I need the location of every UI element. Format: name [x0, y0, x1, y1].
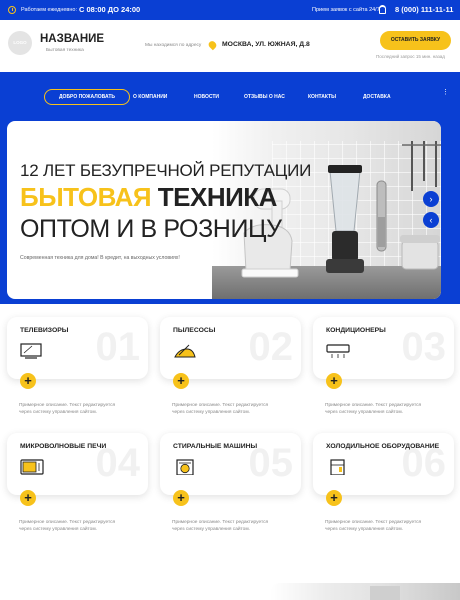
- card-description: Примерное описание. Текст редактируется ч…: [172, 520, 269, 532]
- hours-label: Работаем ежедневно:: [21, 7, 77, 13]
- air-conditioner-icon: [326, 344, 350, 358]
- tv-icon: [20, 343, 42, 359]
- card-number: 03: [401, 325, 447, 369]
- nav-item-contacts[interactable]: КОНТАКТЫ: [308, 89, 336, 105]
- card-title: СТИРАЛЬНЫЕ МАШИНЫ: [173, 443, 258, 450]
- hero-tagline: 12 ЛЕТ БЕЗУПРЕЧНОЙ РЕПУТАЦИИ: [20, 161, 312, 180]
- category-card-microwave[interactable]: 04 МИКРОВОЛНОВЫЕ ПЕЧИ: [7, 433, 148, 495]
- fridge-icon: [330, 459, 345, 475]
- card-title: МИКРОВОЛНОВЫЕ ПЕЧИ: [20, 443, 107, 450]
- last-request-label: Последний запрос 15 мин. назад: [376, 54, 445, 59]
- nav-item-reviews[interactable]: ОТЗЫВЫ О НАС: [244, 89, 285, 105]
- accept-label: Прием заявок с сайта 24/7: [312, 7, 380, 13]
- logo[interactable]: LOGO: [8, 31, 32, 55]
- working-hours: С 08:00 ДО 24:00: [79, 5, 141, 14]
- card-description: Примерное описание. Текст редактируется ч…: [19, 520, 116, 532]
- category-card-air-conditioner[interactable]: 03 КОНДИЦИОНЕРЫ: [313, 317, 454, 379]
- hero-banner: 12 ЛЕТ БЕЗУПРЕЧНОЙ РЕПУТАЦИИ БЫТОВАЯ ТЕХ…: [7, 121, 441, 299]
- clock-icon: [8, 6, 16, 14]
- card-title: ХОЛОДИЛЬНОЕ ОБОРУДОВАНИЕ: [326, 443, 440, 450]
- card-title: ТЕЛЕВИЗОРЫ: [20, 327, 69, 334]
- card-description: Примерное описание. Текст редактируется ч…: [19, 403, 116, 415]
- category-card-tv[interactable]: 01 ТЕЛЕВИЗОРЫ: [7, 317, 148, 379]
- order-button[interactable]: ОСТАВИТЬ ЗАЯВКУ: [380, 31, 451, 50]
- brand-name: НАЗВАНИЕ: [40, 33, 105, 45]
- section-photo: [270, 583, 460, 600]
- expand-tv-button[interactable]: +: [20, 373, 36, 389]
- card-title: КОНДИЦИОНЕРЫ: [326, 327, 386, 334]
- category-card-vacuum[interactable]: 02 ПЫЛЕСОСЫ: [160, 317, 301, 379]
- category-card-washing-machine[interactable]: 05 СТИРАЛЬНЫЕ МАШИНЫ: [160, 433, 301, 495]
- nav-item-delivery[interactable]: ДОСТАВКА: [363, 89, 391, 105]
- category-card-fridge[interactable]: 06 ХОЛОДИЛЬНОЕ ОБОРУДОВАНИЕ: [313, 433, 454, 495]
- vacuum-icon: [174, 344, 196, 358]
- map-pin-icon: [207, 39, 218, 51]
- expand-microwave-button[interactable]: +: [20, 490, 36, 506]
- slider-next-icon[interactable]: ›: [423, 191, 439, 207]
- expand-air-conditioner-button[interactable]: +: [326, 373, 342, 389]
- card-description: Примерное описание. Текст редактируется ч…: [325, 403, 422, 415]
- microwave-icon: [20, 459, 44, 475]
- card-number: 02: [248, 325, 294, 369]
- expand-fridge-button[interactable]: +: [326, 490, 342, 506]
- headset-icon: [379, 5, 386, 14]
- expand-vacuum-button[interactable]: +: [173, 373, 189, 389]
- hero-heading-main: ТЕХНИКА: [157, 182, 278, 212]
- brand-subtitle: Бытовая техника: [46, 48, 84, 53]
- top-bar: Работаем ежедневно: С 08:00 ДО 24:00 При…: [0, 0, 460, 20]
- site-header: LOGO НАЗВАНИЕ Бытовая техника Мы находим…: [0, 20, 460, 72]
- address: МОСКВА, УЛ. ЮЖНАЯ, Д.8: [222, 41, 310, 48]
- expand-washing-machine-button[interactable]: +: [173, 490, 189, 506]
- hero-heading-line3: ОПТОМ И В РОЗНИЦУ: [20, 215, 282, 243]
- hero-subtitle: Современная техника для дома! В кредит, …: [20, 255, 180, 261]
- location-label: Мы находимся по адресу: [145, 43, 202, 48]
- nav-item-welcome[interactable]: ДОБРО ПОЖАЛОВАТЬ: [44, 89, 130, 105]
- washing-machine-icon: [176, 459, 194, 475]
- more-menu-icon[interactable]: ⋮: [442, 89, 449, 96]
- card-description: Примерное описание. Текст редактируется ч…: [325, 520, 422, 532]
- hero-heading: БЫТОВАЯ ТЕХНИКА: [20, 182, 277, 213]
- hero-heading-accent: БЫТОВАЯ: [20, 182, 152, 212]
- card-description: Примерное описание. Текст редактируется ч…: [172, 403, 269, 415]
- nav-item-about[interactable]: О КОМПАНИИ: [133, 89, 167, 105]
- nav-item-news[interactable]: НОВОСТИ: [194, 89, 219, 105]
- phone-link[interactable]: 8 (000) 111-11-11: [395, 5, 453, 14]
- slider-prev-icon[interactable]: ‹: [423, 212, 439, 228]
- card-number: 01: [95, 325, 141, 369]
- card-title: ПЫЛЕСОСЫ: [173, 327, 216, 334]
